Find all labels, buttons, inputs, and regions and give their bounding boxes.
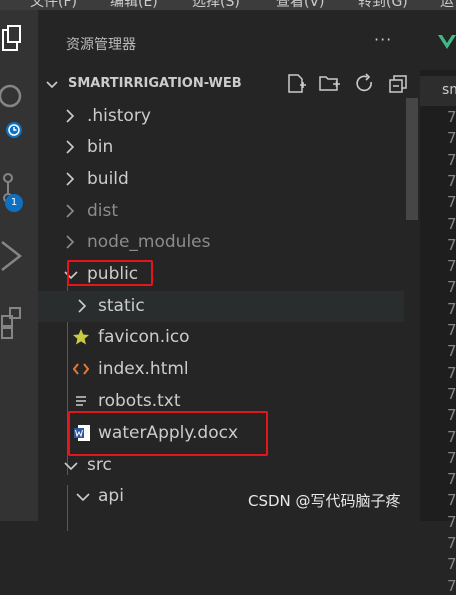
tree-item-label: src — [87, 455, 112, 475]
project-header[interactable]: SMARTIRRIGATION-WEB — [38, 72, 420, 98]
menu-file[interactable]: 文件(F) — [30, 0, 77, 10]
new-folder-icon[interactable] — [318, 72, 342, 96]
tree-item-label: api — [98, 486, 124, 506]
tree-item-label: build — [87, 169, 129, 189]
tree-folder-bin[interactable]: bin — [38, 132, 404, 163]
menu-go[interactable]: 转到(G) — [358, 0, 408, 10]
chevron-down-icon — [64, 462, 78, 471]
menu-edit[interactable]: 编辑(E) — [110, 0, 158, 10]
line-number: 7 — [447, 406, 456, 425]
explorer-icon[interactable] — [0, 20, 38, 68]
tree-item-label: static — [98, 296, 145, 316]
line-number: 7 — [447, 278, 456, 297]
tree-item-label: favicon.ico — [98, 327, 190, 347]
timeline-badge-icon — [6, 122, 22, 138]
extensions-icon[interactable] — [0, 300, 38, 348]
scm-count-badge: 1 — [5, 194, 23, 212]
line-number: 7 — [447, 427, 456, 446]
search-icon[interactable] — [0, 72, 38, 120]
line-number: 7 — [447, 512, 456, 531]
line-number: 7 — [447, 321, 456, 339]
new-file-icon[interactable] — [286, 72, 308, 96]
line-number: 7 — [447, 150, 456, 169]
line-number: 7 — [447, 129, 456, 148]
sidebar-scrollbar[interactable] — [404, 98, 420, 521]
editor-area: sm 7 7 7 7 7 7 7 7 7 7 7 7 7 7 7 7 7 7 7 7 7 7 7 — [420, 10, 456, 595]
editor-tab[interactable]: sm — [420, 76, 456, 106]
tree-folder-dist[interactable]: dist — [38, 196, 404, 227]
line-number: 7 — [447, 384, 456, 403]
line-number: 7 — [447, 576, 456, 595]
chevron-down-icon — [76, 493, 90, 502]
tree-item-label: robots.txt — [98, 391, 181, 411]
project-name: SMARTIRRIGATION-WEB — [68, 76, 242, 91]
menu-view[interactable]: 查看(V) — [276, 0, 325, 10]
editor-tab-bar — [420, 10, 456, 70]
refresh-icon[interactable] — [354, 72, 376, 96]
text-file-icon — [76, 396, 86, 406]
highlight-box-public — [67, 260, 153, 286]
activity-bar: 1 — [0, 10, 38, 521]
line-number: 7 — [447, 214, 456, 233]
tree-item-label: node_modules — [87, 232, 211, 252]
line-number: 7 — [447, 491, 456, 510]
star-icon — [73, 329, 89, 345]
line-number: 7 — [447, 363, 456, 382]
tree-folder-static[interactable]: static — [38, 291, 404, 322]
chevron-right-icon — [66, 140, 75, 154]
chevron-right-icon — [66, 235, 75, 249]
tree-folder-node-modules[interactable]: node_modules — [38, 227, 404, 258]
chevron-right-icon — [66, 172, 75, 186]
tree-folder-build[interactable]: build — [38, 164, 404, 195]
line-number: 7 — [447, 257, 456, 276]
tree-item-label: bin — [87, 137, 114, 157]
chevron-right-icon — [78, 299, 87, 313]
line-number: 7 — [447, 193, 456, 212]
watermark-text: CSDN @写代码脑子疼 — [248, 492, 401, 510]
line-number: 7 — [447, 470, 456, 489]
collapse-all-icon[interactable] — [388, 72, 410, 96]
html-icon — [73, 363, 89, 375]
more-actions-icon[interactable]: ··· — [374, 30, 392, 49]
highlight-box-waterapply — [68, 411, 268, 456]
line-number: 7 — [447, 108, 456, 126]
line-number: 7 — [447, 171, 456, 190]
line-number: 7 — [447, 342, 456, 361]
chevron-right-icon — [66, 109, 75, 123]
scrollbar-thumb[interactable] — [406, 98, 418, 220]
editor-tab-label: sm — [442, 82, 456, 98]
line-number: 7 — [447, 555, 456, 574]
menu-run[interactable]: 运 — [440, 0, 454, 10]
tree-file-favicon[interactable]: favicon.ico — [38, 322, 404, 353]
chevron-right-icon — [66, 204, 75, 218]
line-number: 7 — [447, 299, 456, 318]
explorer-title: 资源管理器 — [66, 37, 136, 53]
tree-item-label: .history — [87, 106, 151, 126]
menu-selection[interactable]: 选择(S) — [192, 0, 240, 10]
vue-file-icon — [438, 35, 456, 49]
line-number: 7 — [447, 235, 456, 254]
menu-bar: 文件(F) 编辑(E) 选择(S) 查看(V) 转到(G) 运 — [0, 0, 456, 10]
run-debug-icon[interactable] — [0, 232, 38, 280]
line-number: 7 — [447, 534, 456, 552]
line-number: 7 — [447, 448, 456, 467]
tree-folder-history[interactable]: .history — [38, 101, 404, 132]
tree-file-index-html[interactable]: index.html — [38, 354, 404, 385]
tree-item-label: index.html — [98, 359, 189, 379]
chevron-down-icon — [46, 81, 58, 89]
tree-item-label: dist — [87, 201, 119, 221]
